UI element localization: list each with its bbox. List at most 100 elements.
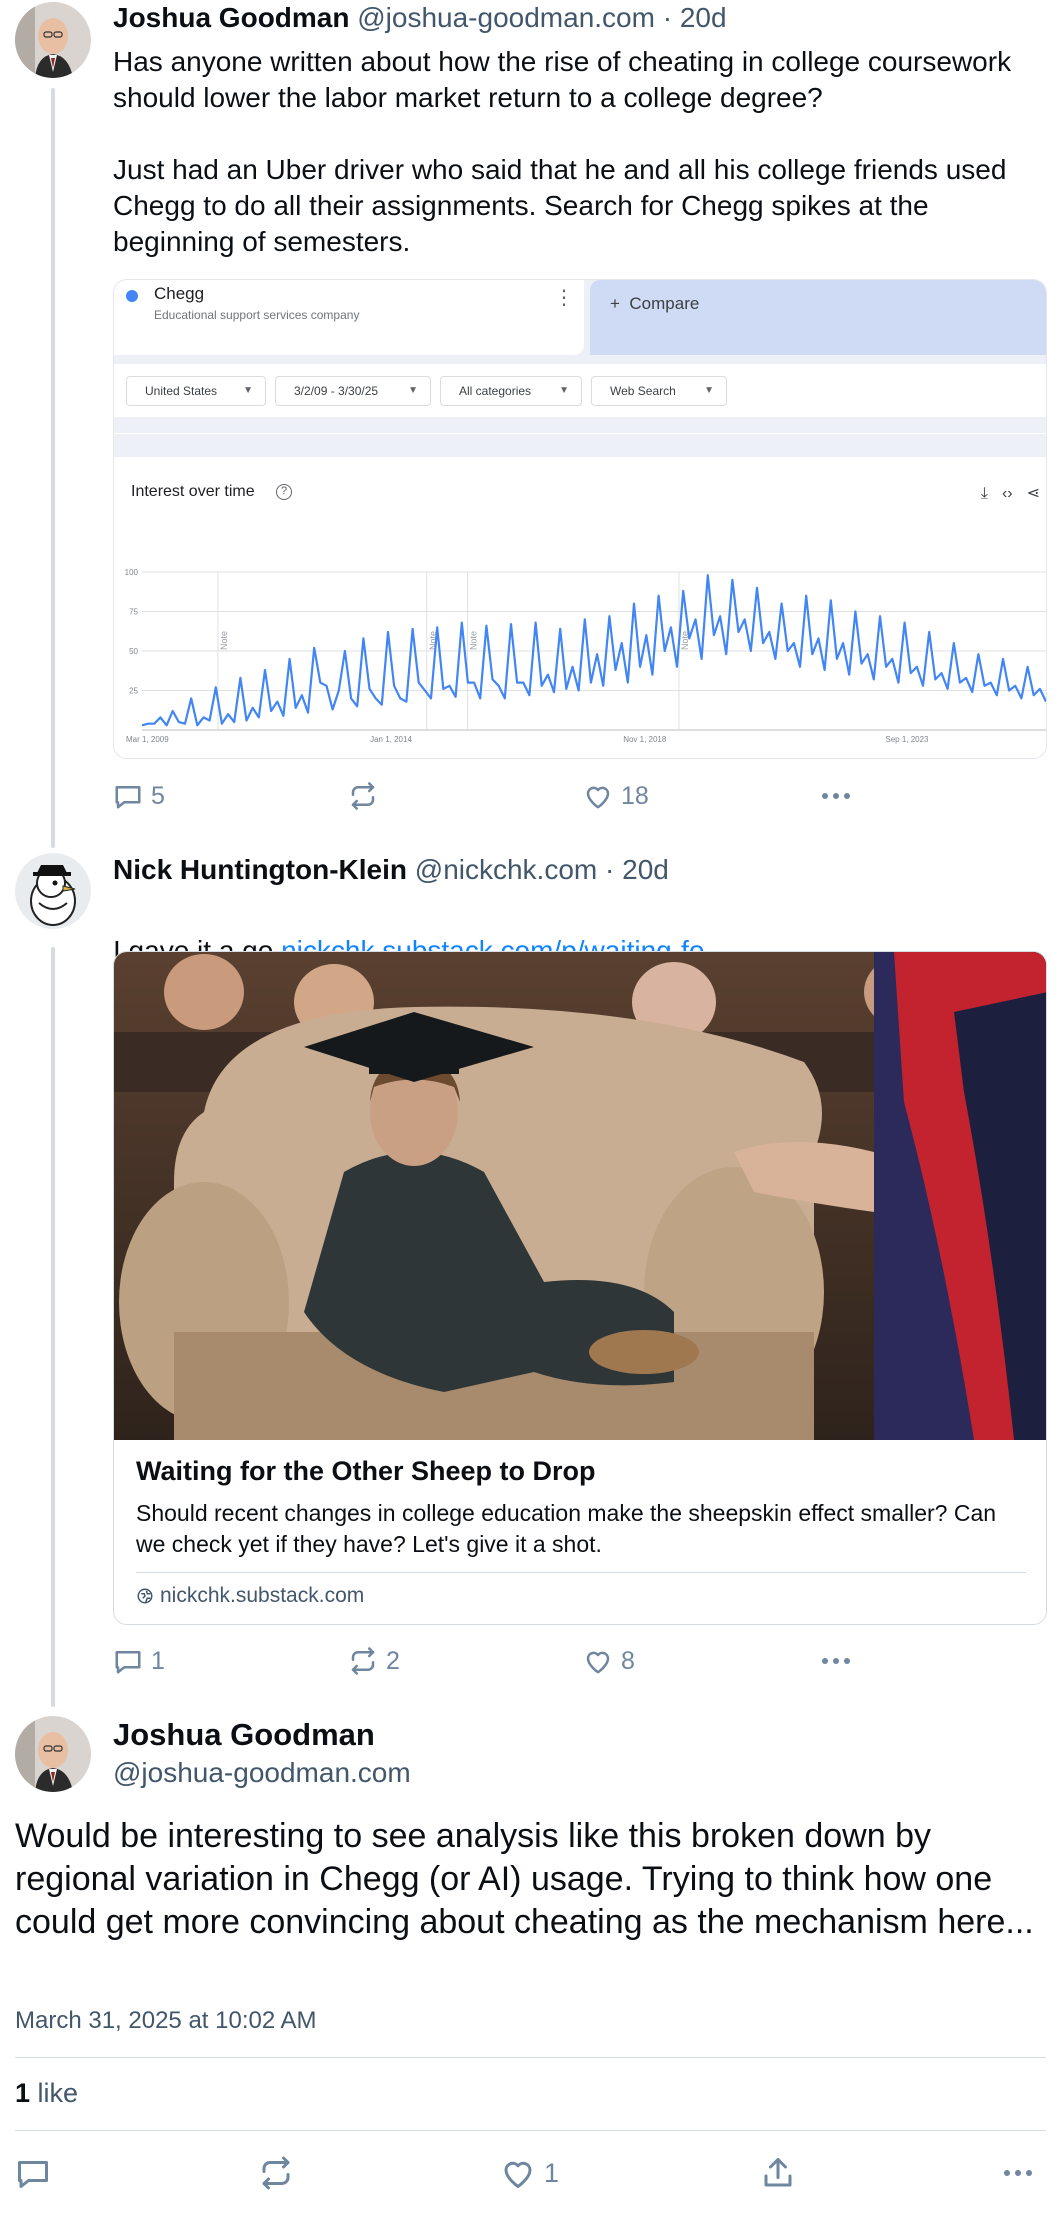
caret-down-icon: ▼: [408, 385, 418, 396]
like-count: 1: [544, 2157, 560, 2188]
author-name[interactable]: Joshua Goodman: [113, 1717, 375, 1753]
like-word: like: [37, 2078, 79, 2108]
caret-down-icon: ▼: [704, 385, 714, 396]
y-tick-label: 100: [125, 568, 139, 577]
repost-button[interactable]: [348, 778, 386, 814]
like-button[interactable]: 8: [583, 1643, 635, 1679]
filter-date: 3/2/09 - 3/30/25 ▼: [275, 376, 431, 406]
likes-summary[interactable]: 1 like: [15, 2078, 78, 2109]
filter-label: Web Search: [610, 384, 676, 398]
caret-down-icon: ▼: [559, 385, 569, 396]
post-actions: 1 2 8: [113, 1643, 1043, 1679]
avatar[interactable]: [15, 2, 91, 78]
separator: ·: [605, 854, 615, 885]
reply-count: 1: [151, 1646, 165, 1675]
trends-embed-image[interactable]: Chegg Educational support services compa…: [113, 279, 1047, 759]
x-tick-label: Sep 1, 2023: [885, 735, 929, 744]
thread-line: [51, 88, 55, 848]
filter-category: All categories ▼: [440, 376, 582, 406]
repost-button[interactable]: [258, 2155, 294, 2191]
filter-label: All categories: [459, 384, 532, 398]
embed-icon: ‹›: [1001, 485, 1013, 502]
reply-icon: [18, 2161, 48, 2188]
help-icon: ?: [276, 484, 292, 500]
reply-icon: [115, 786, 141, 809]
heart-icon: [586, 786, 610, 809]
post-actions: 5 18: [113, 778, 1043, 814]
trends-filters: United States ▼ 3/2/09 - 3/30/25 ▼ All cat…: [114, 364, 1046, 424]
post-age[interactable]: 20d: [622, 854, 669, 885]
y-tick-label: 50: [129, 647, 138, 656]
thread-line: [51, 947, 55, 1707]
divider: [15, 2130, 1046, 2131]
heart-icon: [586, 1651, 610, 1674]
x-tick-label: Mar 1, 2009: [126, 735, 169, 744]
more-horizontal-icon: [822, 1658, 850, 1664]
reply-button[interactable]: [15, 2155, 51, 2191]
repost-button[interactable]: 2: [348, 1643, 400, 1679]
link-card-image[interactable]: [114, 952, 1046, 1440]
compare-label: Compare: [629, 294, 700, 313]
trend-chart: 100755025Note Note Note NoteMar 1, 2009 Jan …: [125, 568, 1046, 744]
trends-term: Chegg: [154, 284, 205, 303]
post-text: Has anyone written about how the rise of…: [113, 46, 1012, 257]
reply-icon: [115, 1651, 141, 1674]
trends-term-card: Chegg Educational support services compa…: [114, 280, 584, 355]
avatar[interactable]: [15, 853, 91, 929]
link-card[interactable]: Waiting for the Other Sheep to Drop Shou…: [113, 951, 1047, 1625]
more-horizontal-icon: [822, 793, 850, 799]
author-handle[interactable]: @nickchk.com: [415, 854, 597, 885]
author-handle[interactable]: @joshua-goodman.com: [113, 1757, 411, 1789]
link-card-title: Waiting for the Other Sheep to Drop: [136, 1456, 596, 1486]
link-card-domain: nickchk.substack.com: [136, 1584, 364, 1608]
repost-count: 2: [386, 1646, 400, 1675]
repost-icon: [351, 1647, 375, 1675]
reply-button[interactable]: 1: [113, 1643, 165, 1679]
like-count: 18: [621, 781, 649, 810]
like-total: 1: [15, 2078, 31, 2108]
reply-count: 5: [151, 781, 165, 810]
post-age[interactable]: 20d: [680, 2, 727, 33]
series-line: [141, 574, 1046, 727]
divider: [136, 1572, 1026, 1573]
repost-icon: [262, 2156, 290, 2190]
post-header: Joshua Goodman @joshua-goodman.com · 20d: [113, 0, 727, 36]
heart-icon: [504, 2161, 532, 2188]
author-name[interactable]: Nick Huntington-Klein: [113, 854, 407, 885]
filter-label: United States: [145, 384, 218, 398]
download-icon: ⤓: [980, 485, 988, 502]
plus-icon: +: [610, 294, 620, 313]
note-label: Note: [219, 631, 229, 650]
trends-term-subtitle: Educational support services company: [154, 308, 360, 322]
like-button[interactable]: 18: [583, 778, 649, 814]
chart-title: Interest over time: [131, 483, 255, 500]
link-card-domain-text: nickchk.substack.com: [160, 1584, 365, 1607]
like-button[interactable]: 1: [500, 2155, 559, 2191]
main-post-actions: 1: [0, 2155, 1061, 2195]
share-icon: [764, 2158, 792, 2187]
filter-region: United States ▼: [126, 376, 266, 406]
caret-down-icon: ▼: [243, 385, 253, 396]
post-timestamp: March 31, 2025 at 10:02 AM: [15, 2007, 317, 2034]
y-tick-label: 25: [129, 687, 138, 696]
trends-compare: + Compare: [590, 280, 1046, 355]
share-icon: ⋖: [1026, 485, 1040, 502]
avatar[interactable]: [15, 1716, 91, 1792]
more-button[interactable]: [819, 778, 853, 814]
series-dot-icon: [126, 290, 138, 302]
author-name[interactable]: Joshua Goodman: [113, 2, 349, 33]
x-tick-label: Nov 1, 2018: [623, 735, 667, 744]
x-tick-label: Jan 1, 2014: [370, 735, 412, 744]
link-card-description: Should recent changes in college educati…: [136, 1500, 997, 1557]
post-header: Nick Huntington-Klein @nickchk.com · 20d: [113, 852, 669, 888]
like-count: 8: [621, 1646, 635, 1675]
share-button[interactable]: [760, 2155, 796, 2191]
more-horizontal-icon: [1004, 2170, 1032, 2176]
filter-label: 3/2/09 - 3/30/25: [294, 384, 379, 398]
reply-button[interactable]: 5: [113, 778, 165, 814]
divider: [15, 2057, 1046, 2058]
more-button[interactable]: [819, 1643, 853, 1679]
more-button[interactable]: [1000, 2155, 1036, 2191]
filter-property: Web Search ▼: [591, 376, 727, 406]
author-handle[interactable]: @joshua-goodman.com: [357, 2, 655, 33]
